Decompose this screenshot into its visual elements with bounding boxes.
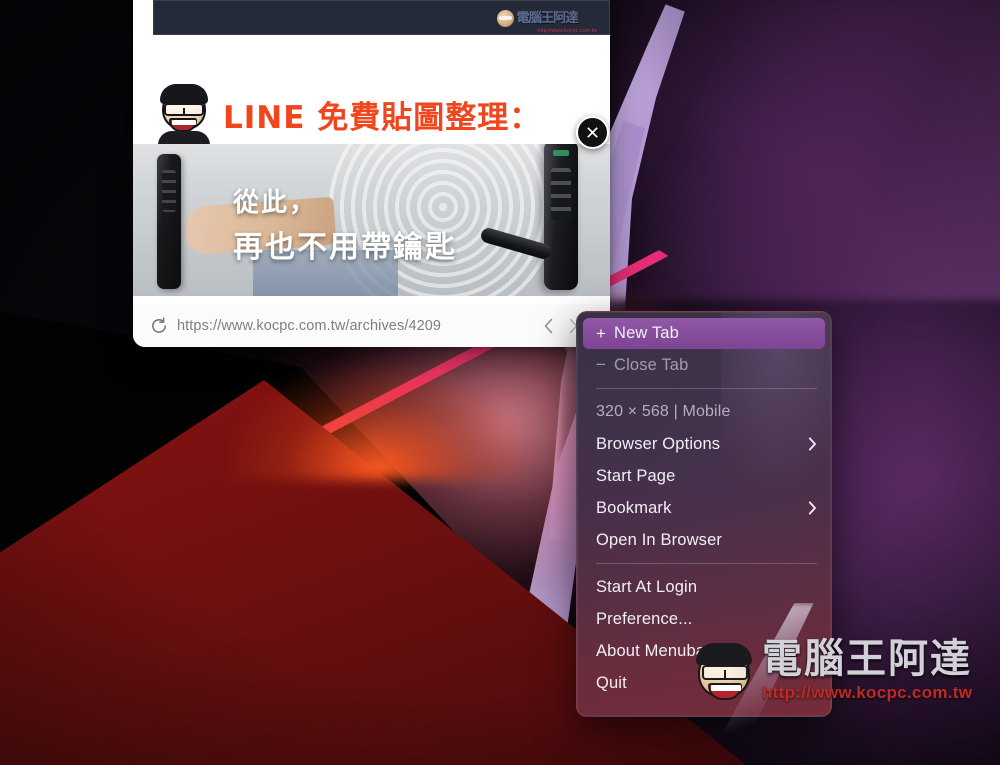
menu-item-label: Close Tab: [614, 355, 689, 374]
web-content-area[interactable]: 電腦王阿達 http://www.kocpc.com.tw LINE 免費貼圖整…: [133, 0, 610, 304]
plus-icon: +: [596, 323, 607, 343]
menu-item-label: Start Page: [596, 466, 676, 485]
menu-item-label: Preference...: [596, 609, 693, 628]
menu-item-label: Browser Options: [596, 434, 721, 453]
menu-item-320-568-mobile: 320 × 568 | Mobile: [577, 396, 831, 428]
menu-item-label: New Tab: [614, 324, 679, 342]
chevron-right-icon: [803, 501, 817, 515]
ad-banner[interactable]: 從此， 再也不用帶鑰匙: [133, 144, 610, 296]
browser-popup-window[interactable]: 電腦王阿達 http://www.kocpc.com.tw LINE 免費貼圖整…: [133, 0, 610, 347]
menu-item-list[interactable]: + New Tab − Close Tab 320 × 568 | Mobile Brow…: [577, 318, 831, 699]
menu-item-browser-options[interactable]: Browser Options: [577, 428, 831, 460]
close-icon[interactable]: [576, 116, 609, 149]
site-logo: 電腦王阿達: [497, 6, 597, 30]
menu-item-close-tab: − Close Tab: [577, 349, 831, 381]
ad-smart-lock-panel: [157, 154, 181, 289]
menu-separator: [596, 563, 817, 564]
menu-item-quit[interactable]: Quit: [577, 667, 831, 699]
menu-item-preference[interactable]: Preference...: [577, 603, 831, 635]
mascot-avatar-icon: [155, 84, 213, 145]
menu-item-new-tab[interactable]: + New Tab: [583, 318, 825, 349]
site-logo-mascot-icon: [497, 9, 514, 27]
menu-item-label: Open In Browser: [596, 530, 723, 549]
url-text[interactable]: https://www.kocpc.com.tw/archives/4209: [177, 318, 534, 334]
desktop-screen: 電腦王阿達 http://www.kocpc.com.tw LINE 免費貼圖整…: [0, 0, 1000, 765]
ad-text-line-1: 從此，: [233, 188, 318, 218]
menu-item-label: 320 × 568 | Mobile: [596, 403, 731, 420]
article-headline-text: LINE 免費貼圖整理：: [223, 99, 542, 136]
site-top-banner: 電腦王阿達 http://www.kocpc.com.tw: [153, 0, 610, 35]
menu-item-label: Bookmark: [596, 498, 672, 517]
article-headline-row: LINE 免費貼圖整理：: [155, 84, 595, 145]
menu-item-label: Quit: [596, 673, 627, 692]
menu-item-label: About MenubarX: [596, 641, 722, 660]
browser-toolbar[interactable]: https://www.kocpc.com.tw/archives/4209 8: [133, 304, 610, 347]
site-logo-text: 電腦王阿達: [516, 10, 578, 26]
reload-icon[interactable]: [149, 316, 169, 336]
menu-item-start-at-login[interactable]: Start At Login: [577, 571, 831, 603]
menu-item-label: Start At Login: [596, 577, 698, 596]
ad-smart-lock-door: [544, 144, 578, 290]
chevron-right-icon: [803, 437, 817, 451]
menubarx-dropdown-menu[interactable]: + New Tab − Close Tab 320 × 568 | Mobile Brow…: [576, 311, 832, 717]
ad-text-line-2: 再也不用帶鑰匙: [233, 230, 457, 265]
menu-item-start-page[interactable]: Start Page: [577, 460, 831, 492]
chevron-left-icon[interactable]: [542, 316, 555, 336]
menu-separator: [596, 388, 817, 389]
menu-item-bookmark[interactable]: Bookmark: [577, 492, 831, 524]
menu-item-about-menubarx[interactable]: About MenubarX: [577, 635, 831, 667]
toolbar-nav-group[interactable]: [542, 316, 580, 336]
menu-item-open-in-browser[interactable]: Open In Browser: [577, 524, 831, 556]
site-logo-url: http://www.kocpc.com.tw: [537, 28, 597, 34]
minus-icon: −: [596, 355, 607, 374]
